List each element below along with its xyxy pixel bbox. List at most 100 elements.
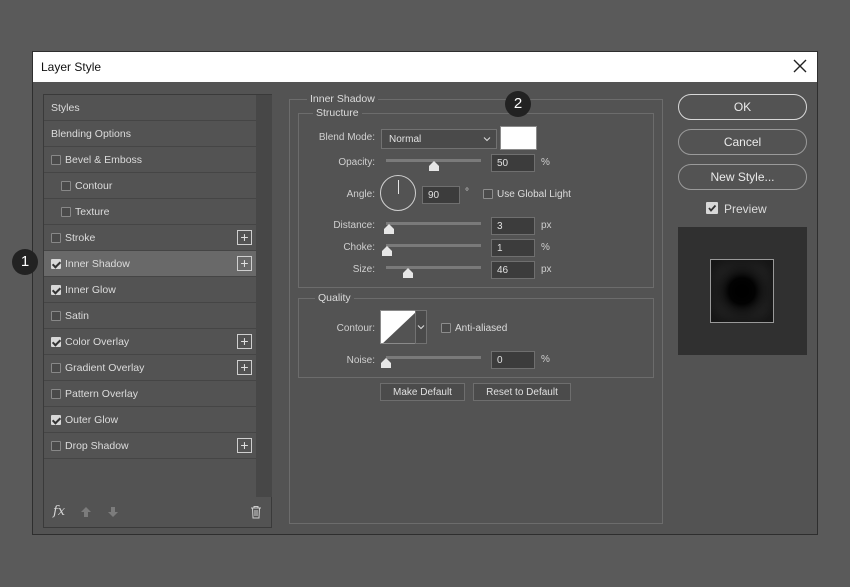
size-unit: px	[541, 264, 552, 275]
contour-label: Contour:	[336, 323, 375, 334]
add-effect-icon[interactable]: +	[237, 230, 252, 245]
make-default-button[interactable]: Make Default	[380, 383, 465, 401]
distance-slider-thumb[interactable]	[383, 224, 394, 234]
style-item[interactable]: Bevel & Emboss	[44, 147, 256, 173]
move-down-icon[interactable]	[107, 506, 119, 518]
style-item-checkbox[interactable]	[51, 389, 61, 399]
noise-slider[interactable]	[386, 356, 481, 359]
contour-preview[interactable]	[380, 310, 416, 344]
style-item-checkbox[interactable]	[51, 311, 61, 321]
preview-swatch	[710, 259, 774, 323]
preview-checkbox[interactable]	[706, 202, 718, 214]
blend-mode-select[interactable]: Normal	[381, 129, 497, 149]
styles-list-scrollbar[interactable]	[256, 95, 272, 497]
choke-label: Choke:	[343, 242, 375, 253]
use-global-light-checkbox[interactable]	[483, 189, 493, 199]
opacity-label: Opacity:	[338, 157, 375, 168]
style-item[interactable]: Gradient Overlay +	[44, 355, 256, 381]
add-effect-icon[interactable]: +	[237, 438, 252, 453]
angle-unit: °	[465, 187, 469, 198]
distance-input[interactable]: 3	[491, 217, 535, 235]
style-item[interactable]: Blending Options	[44, 121, 256, 147]
checkmark-icon	[708, 204, 717, 212]
trash-icon[interactable]	[250, 505, 262, 519]
style-item-label: Outer Glow	[65, 414, 119, 426]
style-item-checkbox[interactable]	[51, 441, 61, 451]
style-item[interactable]: Inner Shadow +	[44, 251, 256, 277]
style-item[interactable]: Texture	[44, 199, 256, 225]
anti-aliased-checkbox[interactable]	[441, 323, 451, 333]
style-item[interactable]: Pattern Overlay	[44, 381, 256, 407]
style-item[interactable]: Inner Glow	[44, 277, 256, 303]
dialog-title: Layer Style	[41, 60, 102, 74]
opacity-unit: %	[541, 157, 550, 168]
distance-unit: px	[541, 220, 552, 231]
style-item-label: Bevel & Emboss	[65, 154, 143, 166]
style-item-label: Drop Shadow	[65, 440, 129, 452]
style-item[interactable]: Contour	[44, 173, 256, 199]
style-item-checkbox[interactable]	[51, 155, 61, 165]
style-item-checkbox[interactable]	[61, 207, 71, 217]
contour-dropdown[interactable]	[415, 310, 427, 344]
add-effect-icon[interactable]: +	[237, 256, 252, 271]
cancel-button[interactable]: Cancel	[678, 129, 807, 155]
style-item-checkbox[interactable]	[61, 181, 71, 191]
move-up-icon[interactable]	[80, 506, 92, 518]
use-global-light-label: Use Global Light	[497, 189, 571, 200]
choke-slider-thumb[interactable]	[381, 246, 392, 256]
choke-slider[interactable]	[386, 244, 481, 247]
angle-input[interactable]: 90	[422, 186, 460, 204]
styles-list-footer: fx	[44, 497, 271, 527]
size-slider-thumb[interactable]	[402, 268, 413, 278]
add-effect-icon[interactable]: +	[237, 334, 252, 349]
style-item[interactable]: Satin	[44, 303, 256, 329]
size-input[interactable]: 46	[491, 261, 535, 279]
style-item[interactable]: Drop Shadow +	[44, 433, 256, 459]
new-style-button[interactable]: New Style...	[678, 164, 807, 190]
size-label: Size:	[352, 264, 375, 275]
add-effect-icon[interactable]: +	[237, 360, 252, 375]
section-title: Inner Shadow	[307, 93, 378, 105]
choke-unit: %	[541, 242, 550, 253]
chevron-down-icon	[483, 137, 491, 142]
reset-to-default-button[interactable]: Reset to Default	[473, 383, 571, 401]
callout-1: 1	[12, 249, 38, 275]
style-item-checkbox[interactable]	[51, 285, 61, 295]
style-item-label: Blending Options	[51, 128, 131, 140]
size-slider[interactable]	[386, 266, 481, 269]
noise-unit: %	[541, 354, 550, 365]
preview-label: Preview	[724, 202, 767, 216]
structure-title: Structure	[313, 107, 362, 119]
style-item[interactable]: Stroke +	[44, 225, 256, 251]
style-item-checkbox[interactable]	[51, 337, 61, 347]
contour-curve-icon	[383, 312, 415, 343]
style-item-checkbox[interactable]	[51, 259, 61, 269]
quality-group: Quality Contour: Anti-aliased Noise: 0 %	[298, 292, 654, 378]
style-item-checkbox[interactable]	[51, 415, 61, 425]
distance-slider[interactable]	[386, 222, 481, 225]
chevron-down-icon	[417, 325, 425, 330]
quality-title: Quality	[315, 292, 354, 304]
style-item[interactable]: Color Overlay +	[44, 329, 256, 355]
style-item[interactable]: Outer Glow	[44, 407, 256, 433]
inner-shadow-panel: Inner Shadow Structure Blend Mode: Norma…	[289, 93, 663, 524]
noise-input[interactable]: 0	[491, 351, 535, 369]
style-item-label: Texture	[75, 206, 110, 218]
structure-group: Structure Blend Mode: Normal Opacity: 50…	[298, 107, 654, 288]
opacity-slider-thumb[interactable]	[428, 161, 439, 171]
noise-label: Noise:	[346, 355, 375, 366]
style-item-checkbox[interactable]	[51, 233, 61, 243]
styles-list-items: Styles Blending Options Bevel & Emboss Cont…	[44, 95, 256, 459]
style-item-checkbox[interactable]	[51, 363, 61, 373]
style-item-label: Gradient Overlay	[65, 362, 145, 374]
style-item[interactable]: Styles	[44, 95, 256, 121]
fx-button[interactable]: fx	[53, 504, 65, 519]
close-icon[interactable]	[792, 57, 808, 75]
choke-input[interactable]: 1	[491, 239, 535, 257]
angle-dial[interactable]	[380, 175, 416, 211]
noise-slider-thumb[interactable]	[381, 358, 391, 368]
blend-mode-label: Blend Mode:	[318, 132, 375, 143]
ok-button[interactable]: OK	[678, 94, 807, 120]
opacity-input[interactable]: 50	[491, 154, 535, 172]
shadow-color-swatch[interactable]	[500, 126, 537, 150]
